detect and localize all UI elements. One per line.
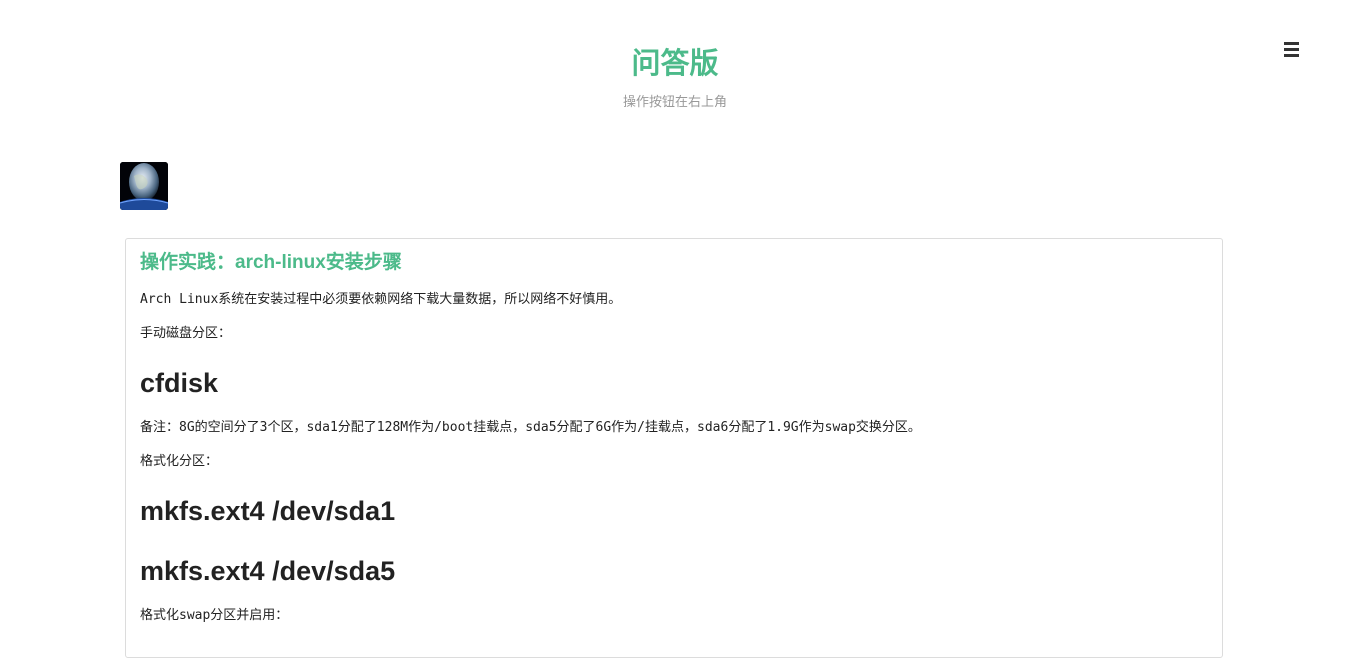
partition-label: 手动磁盘分区： (140, 326, 232, 341)
cfdisk-heading: cfdisk (140, 368, 219, 398)
swap-label: 格式化swap分区并启用： (140, 608, 289, 623)
menu-button[interactable] (1276, 34, 1308, 66)
partition-note: 备注：8G的空间分了3个区，sda1分配了128M作为/boot挂载点，sda5… (140, 420, 921, 435)
post-card: 操作实践：arch-linux安装步骤 Arch Linux系统在安装过程中必须… (125, 238, 1223, 658)
avatar[interactable] (120, 162, 168, 210)
site-title[interactable]: 问答版 (0, 44, 1350, 82)
post-title[interactable]: 操作实践：arch-linux安装步骤 (140, 250, 402, 276)
site-header: 问答版 操作按钮在右上角 (0, 0, 1350, 130)
mkfs-sda1-heading: mkfs.ext4 /dev/sda1 (140, 496, 396, 526)
format-label: 格式化分区： (140, 454, 219, 469)
post-intro: Arch Linux系统在安装过程中必须要依赖网络下载大量数据，所以网络不好慎用… (140, 292, 622, 307)
site-subtitle: 操作按钮在右上角 (622, 95, 727, 110)
mkfs-sda5-heading: mkfs.ext4 /dev/sda5 (140, 556, 396, 586)
earth-avatar-image (120, 162, 168, 210)
